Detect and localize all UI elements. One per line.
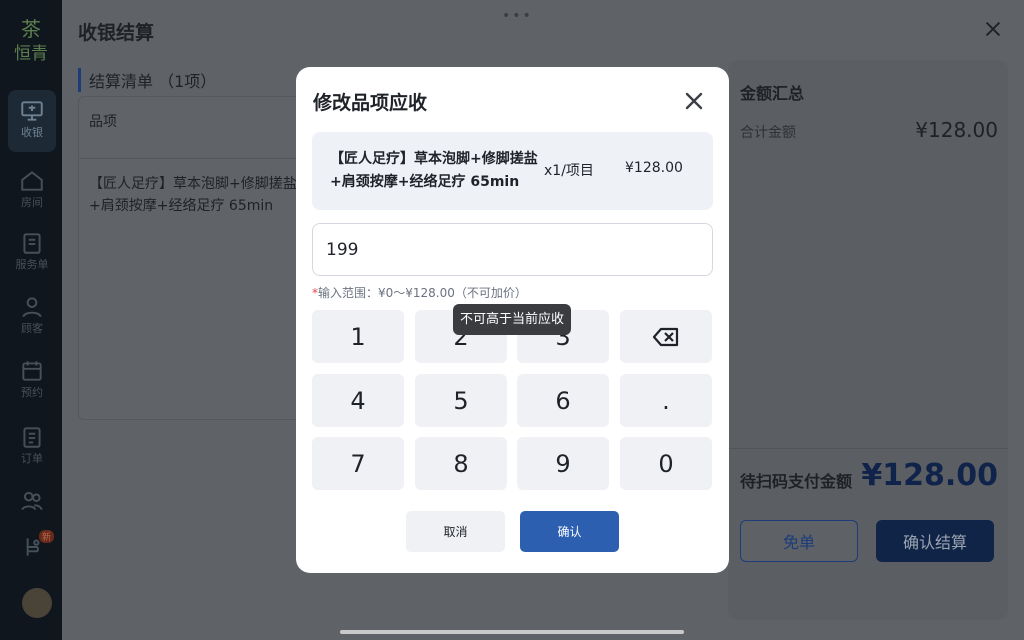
brand-logo: 茶 恒青 bbox=[0, 18, 62, 64]
backspace-key[interactable] bbox=[620, 310, 712, 363]
sidebar-item-label: 顾客 bbox=[21, 322, 43, 335]
key-1[interactable]: 1 bbox=[312, 310, 404, 363]
home-indicator bbox=[340, 630, 684, 634]
free-order-button[interactable]: 免单 bbox=[740, 520, 858, 562]
key-0[interactable]: 0 bbox=[620, 437, 712, 490]
close-icon[interactable] bbox=[682, 89, 706, 113]
sidebar-item-service-orders[interactable]: 服务单 bbox=[8, 222, 56, 284]
summary-divider bbox=[728, 448, 1008, 449]
users-icon bbox=[21, 491, 43, 511]
page-title: 收银结算 bbox=[78, 22, 155, 44]
key-6[interactable]: 6 bbox=[517, 374, 609, 427]
sidebar-item-rooms[interactable]: 房间 bbox=[8, 160, 56, 222]
backspace-icon bbox=[652, 327, 679, 346]
summary-title: 金额汇总 bbox=[740, 84, 805, 103]
sidebar-item-label: 房间 bbox=[21, 196, 43, 209]
error-tooltip: 不可高于当前应收 bbox=[453, 304, 571, 335]
new-badge: 新 bbox=[38, 530, 54, 543]
dialog-title: 修改品项应收 bbox=[313, 92, 428, 114]
brand-mark: 茶 bbox=[21, 17, 41, 41]
total-label: 合计金额 bbox=[740, 125, 796, 141]
sidebar-item-label: 订单 bbox=[21, 452, 43, 465]
total-value: ¥128.00 bbox=[915, 118, 998, 142]
sidebar-item-reservations[interactable]: 预约 bbox=[8, 350, 56, 412]
amount-summary: 金额汇总 合计金额 ¥128.00 待扫码支付金额 ¥128.00 免单 确认结… bbox=[728, 60, 1008, 620]
checkout-list: 品项 【匠人足疗】草本泡脚+修脚搓盐+肩颈按摩+经络足疗 65min bbox=[78, 96, 308, 420]
document-icon bbox=[23, 427, 41, 448]
cancel-button[interactable]: 取消 bbox=[406, 511, 505, 552]
sidebar-item-label: 收银 bbox=[21, 126, 43, 139]
sidebar-item-orders[interactable]: 订单 bbox=[8, 416, 56, 478]
amount-input[interactable] bbox=[312, 223, 713, 276]
key-9[interactable]: 9 bbox=[517, 437, 609, 490]
item-price: ¥128.00 bbox=[625, 160, 683, 176]
item-card: 【匠人足疗】草本泡脚+修脚搓盐+肩颈按摩+经络足疗 65min x1/项目 ¥1… bbox=[312, 132, 713, 210]
calendar-icon bbox=[22, 361, 42, 381]
confirm-button[interactable]: 确认 bbox=[520, 511, 619, 552]
monitor-icon bbox=[21, 101, 43, 121]
key-decimal[interactable]: . bbox=[620, 374, 712, 427]
sidebar-item-label: 服务单 bbox=[15, 258, 49, 271]
home-icon bbox=[21, 171, 43, 191]
item-name: 【匠人足疗】草本泡脚+修脚搓盐+肩颈按摩+经络足疗 65min bbox=[330, 151, 538, 190]
key-8[interactable]: 8 bbox=[415, 437, 507, 490]
avatar[interactable] bbox=[22, 588, 52, 618]
hint-text: 输入范围：¥0～¥128.00（不可加价） bbox=[318, 286, 527, 300]
input-range-hint: *输入范围：¥0～¥128.00（不可加价） bbox=[312, 284, 527, 301]
sidebar: 茶 恒青 收银 房间 服务单 顾客 预约 订单 新 bbox=[0, 0, 62, 640]
close-icon[interactable] bbox=[982, 18, 1004, 40]
sidebar-item-staff[interactable] bbox=[8, 480, 56, 520]
sidebar-item-promotions[interactable]: 新 bbox=[8, 526, 56, 572]
drag-handle[interactable]: ••• bbox=[502, 8, 533, 24]
key-4[interactable]: 4 bbox=[312, 374, 404, 427]
user-icon bbox=[22, 297, 42, 318]
confirm-settlement-button[interactable]: 确认结算 bbox=[876, 520, 994, 562]
sidebar-item-cashier[interactable]: 收银 bbox=[8, 90, 56, 152]
brand-name: 恒青 bbox=[14, 44, 48, 64]
clipboard-icon bbox=[23, 233, 41, 254]
pay-label: 待扫码支付金额 bbox=[740, 472, 853, 491]
edit-price-dialog: 修改品项应收 【匠人足疗】草本泡脚+修脚搓盐+肩颈按摩+经络足疗 65min x… bbox=[296, 67, 729, 573]
list-title: 结算清单 （1项） bbox=[78, 68, 216, 92]
pay-value: ¥128.00 bbox=[861, 458, 998, 493]
list-item[interactable]: 【匠人足疗】草本泡脚+修脚搓盐+肩颈按摩+经络足疗 65min bbox=[79, 159, 307, 231]
list-header: 品项 bbox=[79, 97, 307, 159]
key-7[interactable]: 7 bbox=[312, 437, 404, 490]
sidebar-item-customers[interactable]: 顾客 bbox=[8, 286, 56, 348]
key-5[interactable]: 5 bbox=[415, 374, 507, 427]
item-quantity: x1/项目 bbox=[544, 163, 594, 179]
sidebar-item-label: 预约 bbox=[21, 386, 43, 399]
